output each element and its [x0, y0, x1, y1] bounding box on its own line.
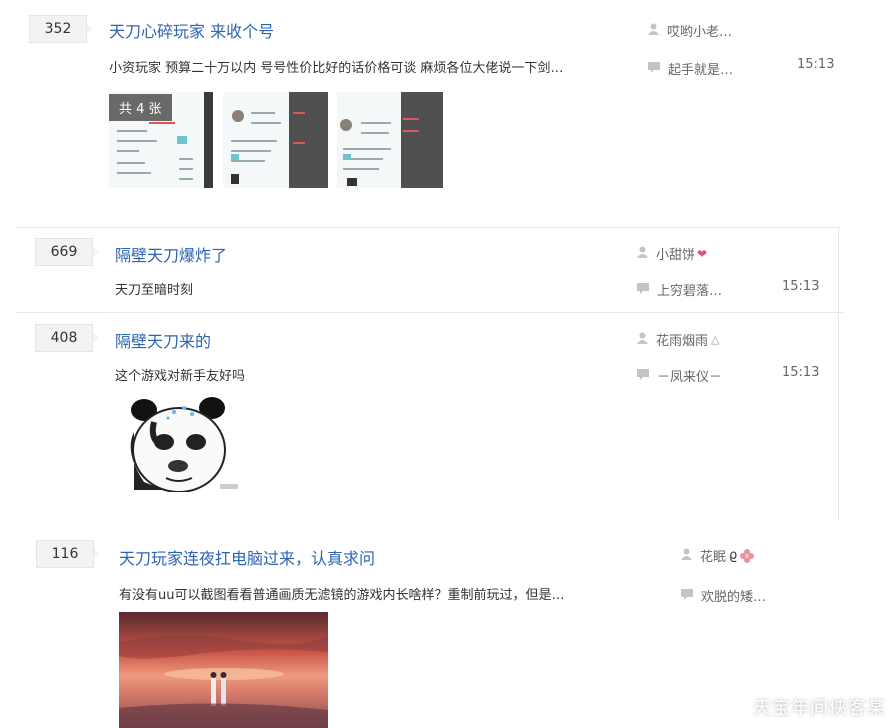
- decorative-symbol-icon: ϱ: [729, 548, 738, 563]
- flower-icon: [740, 548, 755, 563]
- reply-count: 352: [29, 15, 93, 43]
- thread-author[interactable]: 小甜饼 ❤: [637, 244, 707, 263]
- reply-count: 669: [35, 238, 99, 266]
- last-reply-user[interactable]: －凤来仪－: [637, 366, 722, 385]
- last-reply-user[interactable]: 欢脱的矮…: [681, 586, 766, 605]
- container-border: [838, 227, 839, 312]
- last-reply-name: －凤来仪－: [657, 370, 723, 385]
- thread-author[interactable]: 花雨烟雨 △: [637, 330, 719, 349]
- flame-icon: △: [711, 333, 720, 346]
- author-name: 小甜饼: [656, 248, 696, 263]
- thread-title[interactable]: 隔壁天刀爆炸了: [115, 242, 227, 266]
- last-reply-time: 15:13: [797, 57, 835, 72]
- thread-image-thumbnail[interactable]: [337, 92, 443, 188]
- image-count-badge: 共 4 张: [109, 94, 172, 121]
- sunset-beach-image: [119, 612, 328, 728]
- screenshot-image: [337, 92, 443, 188]
- heart-emoji-icon: ❤: [697, 246, 708, 261]
- author-name: 花雨烟雨: [656, 334, 709, 349]
- container-border: [838, 312, 839, 520]
- last-reply-name: 起手就是…: [668, 63, 734, 78]
- user-icon: [681, 548, 692, 563]
- comment-icon: [681, 588, 693, 603]
- thread-abstract: 小资玩家 预算二十万以内 号号性价比好的话价格可谈 麻烦各位大佬说一下剑…: [109, 61, 564, 76]
- user-icon: [637, 332, 648, 347]
- last-reply-time: 15:13: [782, 279, 820, 294]
- last-reply-name: 欢脱的矮…: [701, 590, 767, 605]
- panda-meme-image: [114, 392, 241, 492]
- thread-divider: [16, 227, 840, 228]
- author-name: 花眠: [700, 550, 727, 565]
- user-icon: [637, 246, 648, 261]
- comment-icon: [648, 61, 660, 76]
- thread-abstract: 天刀至暗时刻: [115, 283, 194, 298]
- thread-image-thumbnail[interactable]: [223, 92, 328, 188]
- thread-image-thumbnail[interactable]: [119, 612, 328, 728]
- thread-abstract: 这个游戏对新手友好吗: [115, 369, 246, 384]
- thread-title[interactable]: 隔壁天刀来的: [115, 328, 211, 352]
- last-reply-time: 15:13: [782, 365, 820, 380]
- thread-author[interactable]: 哎哟小老…: [648, 21, 732, 40]
- thread-image-thumbnail[interactable]: 共 4 张: [109, 92, 213, 188]
- thread-divider: [16, 312, 844, 313]
- thread-title[interactable]: 天刀玩家连夜扛电脑过来，认真求问: [119, 545, 375, 569]
- last-reply-user[interactable]: 起手就是…: [648, 59, 733, 78]
- reply-count: 408: [35, 324, 99, 352]
- last-reply-name: 上穷碧落…: [657, 284, 723, 299]
- reply-count: 116: [36, 540, 100, 568]
- comment-icon: [637, 282, 649, 297]
- user-icon: [648, 23, 659, 38]
- watermark: 天宝年间侠客某: [753, 698, 886, 719]
- comment-icon: [637, 368, 649, 383]
- author-name: 哎哟小老…: [667, 25, 733, 40]
- thread-abstract: 有没有uu可以截图看看普通画质无滤镜的游戏内长啥样？重制前玩过，但是…: [119, 588, 565, 603]
- screenshot-image: [223, 92, 328, 188]
- thread-author[interactable]: 花眠 ϱ: [681, 546, 755, 565]
- thread-title[interactable]: 天刀心碎玩家 来收个号: [109, 18, 274, 42]
- thread-image-thumbnail[interactable]: [114, 392, 241, 492]
- last-reply-user[interactable]: 上穷碧落…: [637, 280, 722, 299]
